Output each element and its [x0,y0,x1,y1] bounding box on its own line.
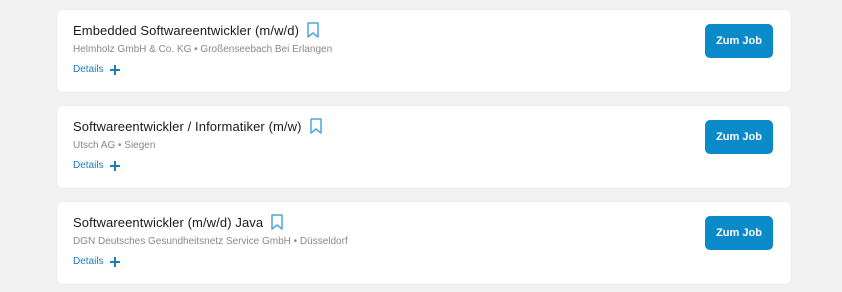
job-title[interactable]: Softwareentwickler / Informatiker (m/w) [73,119,302,134]
zum-job-button[interactable]: Zum Job [705,24,773,58]
details-toggle[interactable]: Details [73,64,120,75]
job-card: Embedded Softwareentwickler (m/w/d) Helm… [57,10,791,92]
job-title-row: Embedded Softwareentwickler (m/w/d) [73,22,319,38]
company-location: Helmholz GmbH & Co. KG • Großenseebach B… [73,44,333,55]
zum-job-button[interactable]: Zum Job [705,216,773,250]
job-card: Softwareentwickler (m/w/d) Java DGN Deut… [57,202,791,284]
company-location: DGN Deutsches Gesundheitsnetz Service Gm… [73,236,348,247]
job-title-row: Softwareentwickler / Informatiker (m/w) [73,118,322,134]
zum-job-button[interactable]: Zum Job [705,120,773,154]
details-label[interactable]: Details [73,160,104,171]
details-label[interactable]: Details [73,64,104,75]
plus-icon[interactable] [109,64,120,75]
details-toggle[interactable]: Details [73,256,120,267]
company-location: Utsch AG • Siegen [73,140,156,151]
details-toggle[interactable]: Details [73,160,120,171]
job-title[interactable]: Embedded Softwareentwickler (m/w/d) [73,23,299,38]
plus-icon[interactable] [109,160,120,171]
job-title-row: Softwareentwickler (m/w/d) Java [73,214,283,230]
job-title[interactable]: Softwareentwickler (m/w/d) Java [73,215,263,230]
job-card: Softwareentwickler / Informatiker (m/w) … [57,106,791,188]
bookmark-icon[interactable] [271,214,283,230]
plus-icon[interactable] [109,256,120,267]
details-label[interactable]: Details [73,256,104,267]
bookmark-icon[interactable] [309,118,322,134]
bookmark-icon[interactable] [307,22,319,38]
